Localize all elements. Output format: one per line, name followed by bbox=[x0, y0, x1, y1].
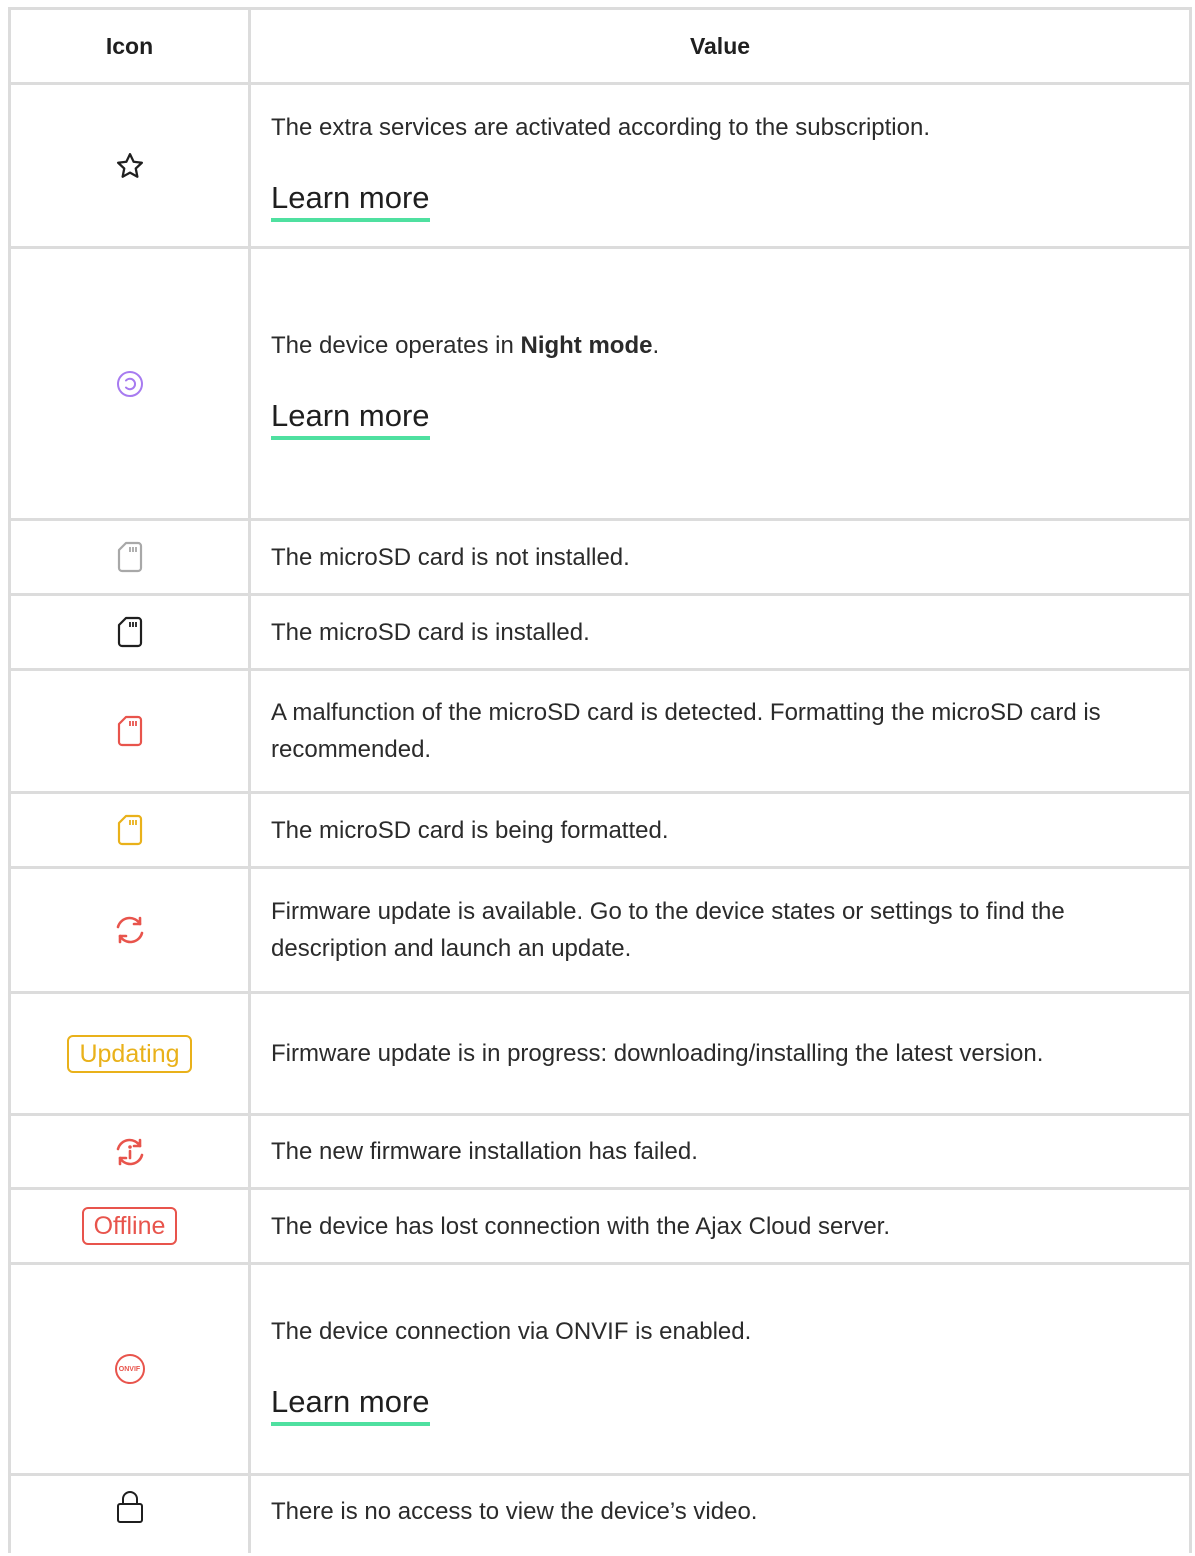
table-row: A malfunction of the microSD card is det… bbox=[11, 671, 1189, 794]
row-text: The device has lost connection with the … bbox=[271, 1212, 891, 1240]
table-row: The microSD card is being formatted. bbox=[11, 794, 1189, 869]
night-mode-bold: Night mode bbox=[520, 332, 653, 359]
table-row: There is no access to view the device’s … bbox=[11, 1476, 1189, 1556]
row-text: There is no access to view the device’s … bbox=[271, 1498, 758, 1525]
night-mode-icon bbox=[116, 370, 144, 398]
row-text: Firmware update is available. Go to the … bbox=[271, 898, 1065, 962]
table-row: The extra services are activated accordi… bbox=[11, 85, 1189, 249]
learn-more-link[interactable]: Learn more bbox=[271, 398, 430, 440]
offline-badge: Offline bbox=[81, 1207, 178, 1245]
learn-more-link[interactable]: Learn more bbox=[271, 180, 430, 222]
learn-more-link[interactable]: Learn more bbox=[271, 1384, 430, 1426]
table-row: Offline The device has lost connection w… bbox=[11, 1190, 1189, 1265]
icons-table: Icon Value The extra services are activa… bbox=[8, 7, 1192, 1553]
row-text: The microSD card is not installed. bbox=[271, 543, 630, 571]
microsd-not-installed-icon bbox=[117, 541, 143, 573]
table-row: Firmware update is available. Go to the … bbox=[11, 869, 1189, 994]
row-text: A malfunction of the microSD card is det… bbox=[271, 699, 1101, 763]
table-row: The new firmware installation has failed… bbox=[11, 1116, 1189, 1190]
table-row: The microSD card is installed. bbox=[11, 596, 1189, 671]
row-text: The device connection via ONVIF is enabl… bbox=[271, 1317, 752, 1345]
table-row: ONVIF The device connection via ONVIF is… bbox=[11, 1265, 1189, 1476]
star-icon bbox=[115, 151, 145, 181]
table-header-row: Icon Value bbox=[11, 10, 1189, 85]
table-row: Updating Firmware update is in progress:… bbox=[11, 994, 1189, 1116]
microsd-malfunction-icon bbox=[117, 715, 143, 747]
firmware-failed-icon bbox=[113, 1135, 147, 1169]
row-text: Firmware update is in progress: download… bbox=[271, 1040, 1044, 1067]
microsd-installed-icon bbox=[117, 616, 143, 648]
row-text: The microSD card is installed. bbox=[271, 618, 590, 646]
header-icon: Icon bbox=[105, 32, 154, 59]
row-text: The microSD card is being formatted. bbox=[271, 816, 669, 844]
header-value: Value bbox=[689, 32, 751, 59]
row-text: The device operates in Night mode. bbox=[271, 332, 660, 359]
microsd-formatting-icon bbox=[117, 814, 143, 846]
row-text: The new firmware installation has failed… bbox=[271, 1138, 698, 1165]
onvif-icon: ONVIF bbox=[114, 1354, 145, 1384]
table-row: The device operates in Night mode. Learn… bbox=[11, 249, 1189, 521]
lock-icon bbox=[116, 1490, 144, 1524]
table-row: The microSD card is not installed. bbox=[11, 521, 1189, 596]
onvif-icon-label: ONVIF bbox=[118, 1365, 141, 1373]
firmware-update-icon bbox=[113, 913, 147, 947]
row-text: The extra services are activated accordi… bbox=[271, 114, 930, 141]
updating-badge: Updating bbox=[67, 1034, 192, 1073]
